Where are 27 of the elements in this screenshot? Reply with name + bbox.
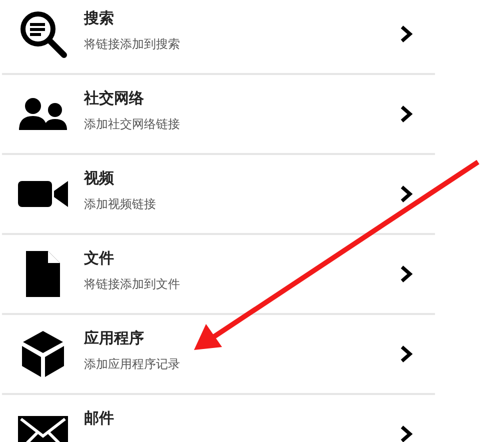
search-icon xyxy=(18,9,68,59)
item-title: 视频 xyxy=(84,169,115,188)
item-subtitle: 将链接添加到文件 xyxy=(84,276,181,293)
item-subtitle: 添加应用程序记录 xyxy=(84,356,181,373)
item-subtitle: 添加视频链接 xyxy=(84,196,157,213)
chevron-icon xyxy=(399,425,413,442)
item-title: 应用程序 xyxy=(84,329,145,348)
list-item[interactable]: 搜索 将链接添加到搜索 xyxy=(2,0,435,75)
item-title: 邮件 xyxy=(84,409,115,428)
chevron-icon xyxy=(399,345,413,363)
item-subtitle: 添加社交网络链接 xyxy=(84,116,181,133)
people-icon xyxy=(18,96,68,132)
chevron-icon xyxy=(399,105,413,123)
list-item[interactable]: 文件 将链接添加到文件 xyxy=(2,235,435,315)
item-title: 社交网络 xyxy=(84,89,145,108)
item-subtitle: 将链接添加到搜索 xyxy=(84,36,181,53)
list-item[interactable]: 邮件 xyxy=(2,395,435,442)
chevron-icon xyxy=(399,265,413,283)
item-title: 搜索 xyxy=(84,9,115,28)
file-icon xyxy=(26,251,60,297)
cube-icon xyxy=(21,330,65,378)
chevron-icon xyxy=(399,25,413,43)
list-item[interactable]: 社交网络 添加社交网络链接 xyxy=(2,75,435,155)
chevron-icon xyxy=(399,185,413,203)
list-item[interactable]: 视频 添加视频链接 xyxy=(2,155,435,235)
item-title: 文件 xyxy=(84,249,115,268)
video-camera-icon xyxy=(18,179,68,209)
